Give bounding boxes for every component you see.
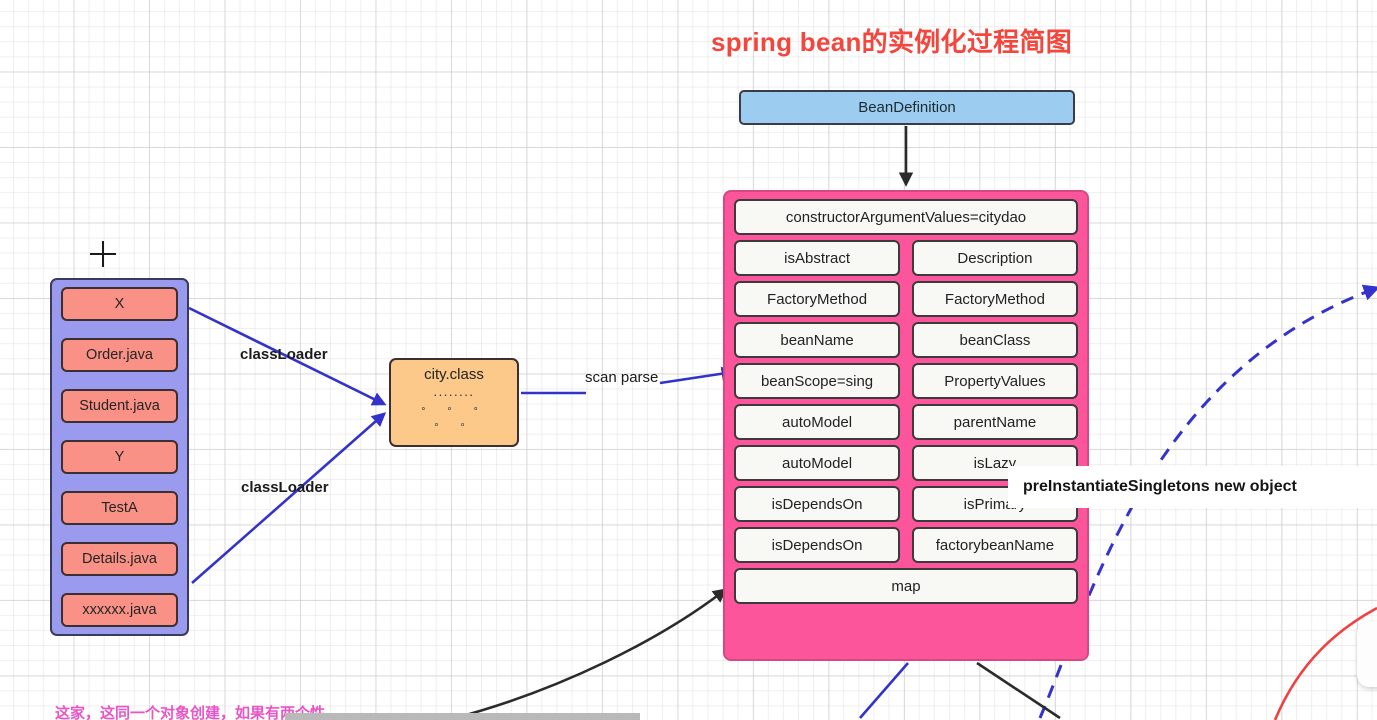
diagram-canvas: spring bean的实例化过程简图 X Order.java Student… <box>0 0 1377 720</box>
line-panel-bottom-blue <box>859 662 909 719</box>
bd-footer-cell[interactable]: map <box>734 568 1078 604</box>
arrow-curve-to-isdependson <box>454 588 728 720</box>
bd-cell-left[interactable]: isDependsOn <box>734 486 901 522</box>
bd-cell-right[interactable]: beanClass <box>911 322 1078 358</box>
bd-row: isAbstract Description <box>734 240 1078 276</box>
java-file-item[interactable]: Order.java <box>61 338 178 372</box>
bd-row: isDependsOn factorybeanName <box>734 527 1078 563</box>
taskbar-sliver <box>285 713 640 720</box>
page-title: spring bean的实例化过程简图 <box>711 27 1073 57</box>
java-source-files-container: X Order.java Student.java Y TestA Detail… <box>50 278 189 636</box>
right-edge-card[interactable] <box>1357 621 1377 687</box>
city-class-circles-row1: ∘ ∘ ∘ <box>420 403 488 413</box>
java-file-item[interactable]: xxxxxx.java <box>61 593 178 627</box>
bd-cell-left[interactable]: FactoryMethod <box>734 281 901 317</box>
city-class-label: city.class <box>424 366 484 383</box>
bd-cell-left[interactable]: autoModel <box>734 445 901 481</box>
bd-cell-left[interactable]: beanScope=sing <box>734 363 901 399</box>
arrow-classloader-lower <box>191 412 387 584</box>
bd-cell-left[interactable]: isAbstract <box>734 240 901 276</box>
city-class-box[interactable]: city.class ........ ∘ ∘ ∘ ∘ ∘ <box>389 358 519 447</box>
city-class-circles-row2: ∘ ∘ <box>433 419 475 429</box>
bd-row: autoModel parentName <box>734 404 1078 440</box>
bd-row: beanScope=sing PropertyValues <box>734 363 1078 399</box>
java-file-item[interactable]: TestA <box>61 491 178 525</box>
bd-cell-right[interactable]: parentName <box>911 404 1078 440</box>
city-class-dots: ........ <box>433 384 475 399</box>
bd-cell-left[interactable]: autoModel <box>734 404 901 440</box>
edge-label-classloader-lower: classLoader <box>241 479 329 496</box>
bd-cell-right[interactable]: factorybeanName <box>911 527 1078 563</box>
bd-cell-right[interactable]: Description <box>911 240 1078 276</box>
bd-cell-right[interactable]: FactoryMethod <box>911 281 1078 317</box>
edge-label-scan-parse: scan parse <box>585 369 659 386</box>
java-file-item[interactable]: Student.java <box>61 389 178 423</box>
crosshair-cursor <box>90 241 116 267</box>
bd-cell-right[interactable]: PropertyValues <box>911 363 1078 399</box>
java-file-item[interactable]: Y <box>61 440 178 474</box>
bd-cell-left[interactable]: isDependsOn <box>734 527 901 563</box>
edge-label-classloader-upper: classLoader <box>240 346 328 363</box>
bd-row: FactoryMethod FactoryMethod <box>734 281 1078 317</box>
bean-definition-box[interactable]: BeanDefinition <box>739 90 1075 125</box>
bd-header-cell[interactable]: constructorArgumentValues=citydao <box>734 199 1078 235</box>
bd-cell-left[interactable]: beanName <box>734 322 901 358</box>
bean-definition-properties-panel: constructorArgumentValues=citydao isAbst… <box>723 190 1089 661</box>
connector-layer <box>188 126 1377 720</box>
java-file-item[interactable]: X <box>61 287 178 321</box>
bd-row: beanName beanClass <box>734 322 1078 358</box>
java-file-item[interactable]: Details.java <box>61 542 178 576</box>
preinstantiate-singletons-annotation: preInstantiateSingletons new object <box>1008 466 1377 508</box>
line-panel-bottom-black <box>976 661 1061 720</box>
